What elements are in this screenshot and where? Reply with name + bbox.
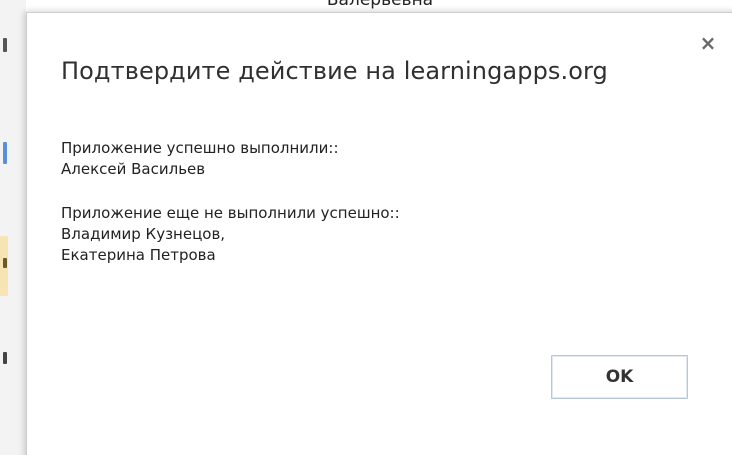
dialog-message: Приложение успешно выполнили:: Алексей В…: [61, 138, 400, 289]
student-name: Алексей Васильев: [61, 160, 206, 178]
confirm-dialog: Подтвердите действие на learningapps.org…: [26, 12, 732, 455]
background-fragment: [3, 38, 7, 52]
student-name: Екатерина Петрова: [61, 246, 216, 264]
close-icon[interactable]: ×: [698, 33, 718, 53]
ok-button[interactable]: OK: [551, 355, 688, 399]
background-fragment: [3, 258, 7, 268]
pending-heading: Приложение еще не выполнили успешно::: [61, 204, 400, 222]
pending-section: Приложение еще не выполнили успешно:: Вл…: [61, 203, 400, 266]
success-heading: Приложение успешно выполнили::: [61, 139, 339, 157]
background-page-text: Валерьевна: [326, 0, 434, 10]
success-section: Приложение успешно выполнили:: Алексей В…: [61, 138, 400, 180]
background-fragment: [3, 142, 7, 164]
student-name: Владимир Кузнецов,: [61, 225, 226, 243]
background-page-strip: [0, 0, 26, 455]
background-fragment: [3, 352, 7, 364]
screen: Валерьевна Подтвердите действие на learn…: [0, 0, 732, 455]
dialog-title: Подтвердите действие на learningapps.org: [61, 57, 608, 85]
